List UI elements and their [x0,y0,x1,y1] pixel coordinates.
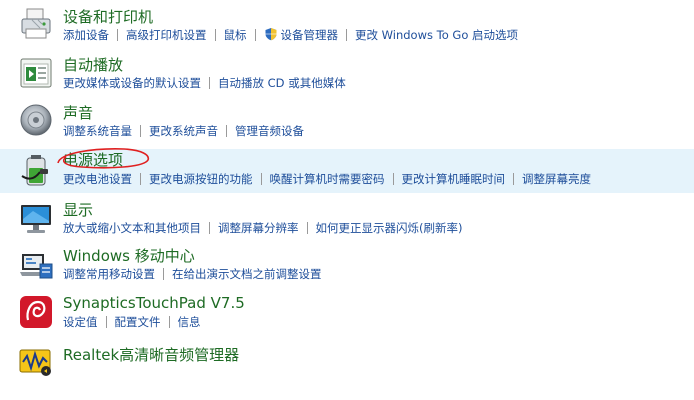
link-separator [346,29,347,41]
link-mobility-settings[interactable]: 调整常用移动设置 [63,266,155,282]
link-screen-resolution[interactable]: 调整屏幕分辨率 [218,220,299,236]
link-adjust-volume[interactable]: 调整系统音量 [63,123,132,139]
link-manage-audio-devices[interactable]: 管理音频设备 [235,123,304,139]
link-settings[interactable]: 设定值 [63,314,98,330]
monitor-icon[interactable] [18,201,54,237]
speaker-icon[interactable] [18,102,54,138]
link-change-sleep-time[interactable]: 更改计算机睡眠时间 [402,171,506,187]
category-display: 显示 放大或缩小文本和其他项目 调整屏幕分辨率 如何更正显示器闪烁(刷新率) [0,196,694,242]
link-separator [306,222,308,234]
link-separator [140,125,141,137]
link-adjust-brightness[interactable]: 调整屏幕亮度 [522,171,591,187]
link-autoplay-cd[interactable]: 自动播放 CD 或其他媒体 [218,75,346,91]
category-links: 添加设备 高级打印机设置 鼠标 设备管理器 更改 Windows To Go 启… [63,27,518,43]
link-separator [140,173,141,185]
synaptics-icon[interactable] [18,294,54,330]
autoplay-icon[interactable] [18,56,54,92]
battery-icon[interactable] [18,152,54,188]
printer-icon[interactable] [18,6,54,42]
category-synaptics: SynapticsTouchPad V7.5 设定值 配置文件 信息 [0,292,694,338]
link-separator [163,268,164,280]
link-separator [117,29,118,41]
link-windows-to-go[interactable]: 更改 Windows To Go 启动选项 [355,27,518,43]
category-title[interactable]: 显示 [63,201,93,219]
link-require-password-on-wake[interactable]: 唤醒计算机时需要密码 [270,171,385,187]
category-sound: 声音 调整系统音量 更改系统声音 管理音频设备 [0,98,694,146]
link-separator [392,173,394,185]
link-separator [105,316,107,328]
category-links: 更改媒体或设备的默认设置 自动播放 CD 或其他媒体 [63,75,346,91]
category-mobility-center: Windows 移动中心 调整常用移动设置 在给出演示文档之前调整设置 [0,244,694,290]
link-device-manager[interactable]: 设备管理器 [264,27,339,43]
category-links: 调整常用移动设置 在给出演示文档之前调整设置 [63,266,322,282]
category-devices-printers: 设备和打印机 添加设备 高级打印机设置 鼠标 设备管理器 更改 Windows … [0,0,694,46]
link-separator [209,77,210,89]
link-separator [254,29,256,41]
link-separator [260,173,262,185]
category-title[interactable]: 设备和打印机 [63,8,153,26]
link-change-default-settings[interactable]: 更改媒体或设备的默认设置 [63,75,201,91]
category-power-options: 电源选项 更改电池设置 更改电源按钮的功能 唤醒计算机时需要密码 更改计算机睡眠… [0,148,694,193]
category-links: 更改电池设置 更改电源按钮的功能 唤醒计算机时需要密码 更改计算机睡眠时间 调整… [63,171,591,187]
link-profile[interactable]: 配置文件 [115,314,161,330]
category-title[interactable]: Windows 移动中心 [63,247,195,265]
link-separator [214,29,216,41]
link-change-battery-settings[interactable]: 更改电池设置 [63,171,132,187]
mobility-center-icon[interactable] [18,248,54,284]
category-autoplay: 自动播放 更改媒体或设备的默认设置 自动播放 CD 或其他媒体 [0,50,694,96]
realtek-audio-icon[interactable] [18,344,54,380]
link-separator [168,316,170,328]
category-title[interactable]: 自动播放 [63,56,123,74]
link-advanced-printer-setup[interactable]: 高级打印机设置 [126,27,207,43]
link-monitor-flicker[interactable]: 如何更正显示器闪烁(刷新率) [316,220,463,236]
link-device-manager-label: 设备管理器 [280,28,339,42]
link-separator [513,173,514,185]
link-presentation-settings[interactable]: 在给出演示文档之前调整设置 [172,266,322,282]
link-text-size[interactable]: 放大或缩小文本和其他项目 [63,220,201,236]
link-separator [226,125,227,137]
category-links: 调整系统音量 更改系统声音 管理音频设备 [63,123,304,139]
category-title[interactable]: Realtek高清晰音频管理器 [63,346,239,364]
link-change-system-sounds[interactable]: 更改系统声音 [149,123,218,139]
link-power-button-behavior[interactable]: 更改电源按钮的功能 [149,171,253,187]
link-mouse[interactable]: 鼠标 [224,27,247,43]
category-title[interactable]: 声音 [63,104,93,122]
uac-shield-icon [265,28,276,41]
red-circle-annotation [57,148,150,169]
category-title[interactable]: SynapticsTouchPad V7.5 [63,294,245,312]
category-links: 放大或缩小文本和其他项目 调整屏幕分辨率 如何更正显示器闪烁(刷新率) [63,220,462,236]
link-info[interactable]: 信息 [178,314,201,330]
link-separator [209,222,210,234]
category-realtek: Realtek高清晰音频管理器 [0,340,694,380]
category-links: 设定值 配置文件 信息 [63,314,201,330]
link-add-device[interactable]: 添加设备 [63,27,109,43]
